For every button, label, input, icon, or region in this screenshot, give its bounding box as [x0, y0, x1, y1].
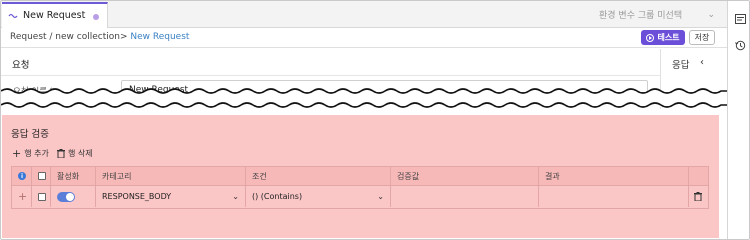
condition-select[interactable]: () (Contains) ⌄	[246, 186, 391, 207]
category-select[interactable]: RESPONSE_BODY ⌄	[96, 186, 246, 207]
expected-value-input[interactable]	[391, 186, 539, 207]
breadcrumb: Request / new collection> New Request	[10, 32, 189, 42]
validation-section-title: 응답 검증	[11, 129, 49, 140]
column-header-category: 카테고리	[96, 167, 246, 185]
header-select-all	[32, 167, 51, 185]
unsaved-dot-icon	[93, 14, 99, 20]
row-delete-cell	[689, 186, 708, 207]
chevron-down-icon: ⌄	[707, 9, 715, 20]
breadcrumb-path[interactable]: Request / new collection>	[10, 32, 128, 42]
save-button-label: 저장	[694, 33, 710, 42]
drag-handle-icon[interactable]: +	[18, 190, 27, 203]
header-info-cell: i	[12, 167, 32, 185]
enabled-toggle[interactable]	[57, 191, 75, 202]
history-icon[interactable]	[734, 39, 746, 51]
category-select-value: RESPONSE_BODY	[102, 192, 172, 201]
play-icon	[646, 33, 655, 42]
validation-table: i 활성화 카테고리 조건 검증값 결과 + RESPONSE_BODY ⌄ (…	[11, 166, 709, 209]
right-rail	[727, 1, 749, 239]
response-section-title: 응답	[672, 60, 690, 71]
chevron-down-icon: ⌄	[232, 192, 239, 201]
row-select-cell	[32, 186, 51, 207]
test-button-label: 테스트	[657, 33, 680, 42]
column-header-enabled: 활성화	[51, 167, 96, 185]
chevron-down-icon: ⌄	[377, 192, 384, 201]
breadcrumb-current: New Request	[130, 32, 190, 42]
add-row-label: 행 추가	[24, 149, 49, 158]
delete-row-button[interactable]: 행 삭제	[57, 148, 93, 159]
column-header-expected: 검증값	[391, 167, 539, 185]
row-checkbox[interactable]	[38, 192, 46, 201]
code-panel-icon[interactable]	[734, 13, 746, 25]
drag-handle-cell: +	[12, 186, 32, 207]
torn-edge	[1, 88, 727, 108]
tab-label: New Request	[23, 10, 86, 21]
divider	[1, 75, 660, 76]
condition-select-value: () (Contains)	[252, 192, 303, 201]
header-action-cell	[689, 167, 708, 185]
api-icon	[8, 13, 18, 19]
env-group-select-value: 환경 변수 그룹 미선택	[599, 11, 683, 21]
save-button[interactable]: 저장	[689, 30, 715, 45]
tab-bar: New Request 환경 변수 그룹 미선택 ⌄	[1, 1, 727, 28]
column-header-result: 결과	[539, 167, 689, 185]
trash-icon	[57, 149, 65, 158]
tab-new-request[interactable]: New Request	[2, 2, 108, 28]
result-cell	[539, 186, 689, 207]
trash-icon[interactable]	[694, 192, 702, 201]
table-row: + RESPONSE_BODY ⌄ () (Contains) ⌄	[12, 186, 708, 207]
chevron-left-icon[interactable]: ‹	[700, 57, 704, 68]
info-icon[interactable]: i	[18, 172, 26, 180]
table-header: i 활성화 카테고리 조건 검증값 결과	[12, 167, 708, 186]
test-button[interactable]: 테스트	[641, 30, 685, 45]
enabled-cell	[51, 186, 96, 207]
add-row-button[interactable]: + 행 추가	[12, 148, 49, 159]
env-group-select[interactable]: 환경 변수 그룹 미선택 ⌄	[591, 3, 723, 26]
request-section-title: 요청	[12, 60, 30, 71]
plus-icon: +	[12, 146, 22, 160]
select-all-checkbox[interactable]	[38, 172, 46, 180]
column-header-condition: 조건	[246, 167, 391, 185]
breadcrumb-bar: Request / new collection> New Request 테스…	[1, 28, 727, 48]
delete-row-label: 행 삭제	[68, 149, 93, 158]
app-window: New Request 환경 변수 그룹 미선택 ⌄ Request / new…	[0, 0, 750, 240]
